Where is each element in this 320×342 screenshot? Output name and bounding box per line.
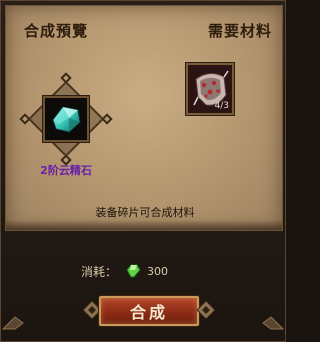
cost-row: 消耗： 300: [81, 263, 168, 279]
left-corner-ornament: [1, 316, 24, 330]
cost-value: 300: [147, 264, 169, 278]
result-item-slot: [43, 96, 89, 142]
preview-title: 合成預覽: [24, 22, 89, 40]
synthesize-button-wrap: 合成: [83, 293, 215, 329]
right-corner-ornament: [262, 316, 285, 330]
cost-label: 消耗：: [81, 264, 118, 279]
material-count: 4/3: [214, 101, 229, 111]
frame-ornament: [101, 113, 113, 125]
result-item-frame[interactable]: [19, 72, 113, 166]
synthesize-button[interactable]: 合成: [99, 296, 199, 326]
synthesis-panel: 合成預覽 需要材料 2阶云精石 4/3 装备碎片可合成材料 消耗： 300 合成: [0, 0, 286, 342]
cyan-crystal-gem-icon: [52, 106, 81, 133]
result-item-name: 2阶云精石: [40, 164, 92, 177]
preview-area: 合成預覽 需要材料 2阶云精石 4/3 装备碎片可合成材料: [5, 5, 283, 231]
hint-text: 装备碎片可合成材料: [95, 206, 195, 219]
frame-ornament: [19, 113, 31, 125]
button-right-ornament: [197, 301, 215, 319]
material-slot[interactable]: 4/3: [186, 63, 234, 115]
green-gem-currency-icon: [126, 264, 141, 278]
frame-ornament: [60, 72, 72, 84]
materials-title: 需要材料: [207, 22, 272, 40]
